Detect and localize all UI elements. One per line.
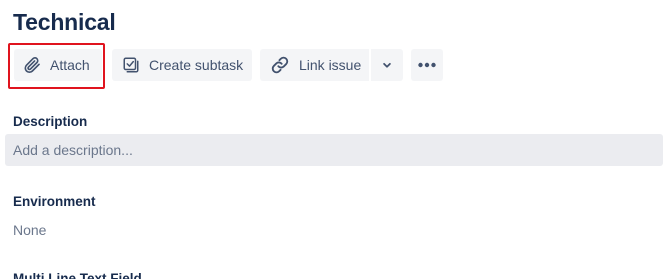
multi-line-text-field-label: Multi Line Text Field <box>13 271 142 279</box>
link-icon <box>270 55 290 75</box>
issue-title[interactable]: Technical <box>13 9 116 36</box>
link-issue-button-label: Link issue <box>299 57 362 73</box>
issue-action-toolbar: Attach Create subtask Link issue <box>0 43 670 91</box>
description-label: Description <box>13 114 88 129</box>
more-actions-button[interactable] <box>411 49 443 81</box>
paperclip-icon <box>23 56 41 74</box>
create-subtask-button-label: Create subtask <box>149 57 244 73</box>
environment-value[interactable]: None <box>13 222 46 238</box>
description-input[interactable]: Add a description... <box>5 134 663 166</box>
subtask-checkbox-icon <box>122 56 140 74</box>
link-issue-button[interactable]: Link issue <box>260 49 369 81</box>
issue-details-panel: Technical Attach Create subtask Link iss… <box>0 0 670 279</box>
create-subtask-button[interactable]: Create subtask <box>112 49 252 81</box>
environment-label: Environment <box>13 194 96 209</box>
link-issue-dropdown-button[interactable] <box>371 49 403 81</box>
chevron-down-icon <box>380 58 394 72</box>
more-horizontal-icon <box>417 62 437 68</box>
description-placeholder: Add a description... <box>13 142 133 158</box>
attach-button[interactable]: Attach <box>14 49 102 81</box>
attach-button-label: Attach <box>50 57 90 73</box>
